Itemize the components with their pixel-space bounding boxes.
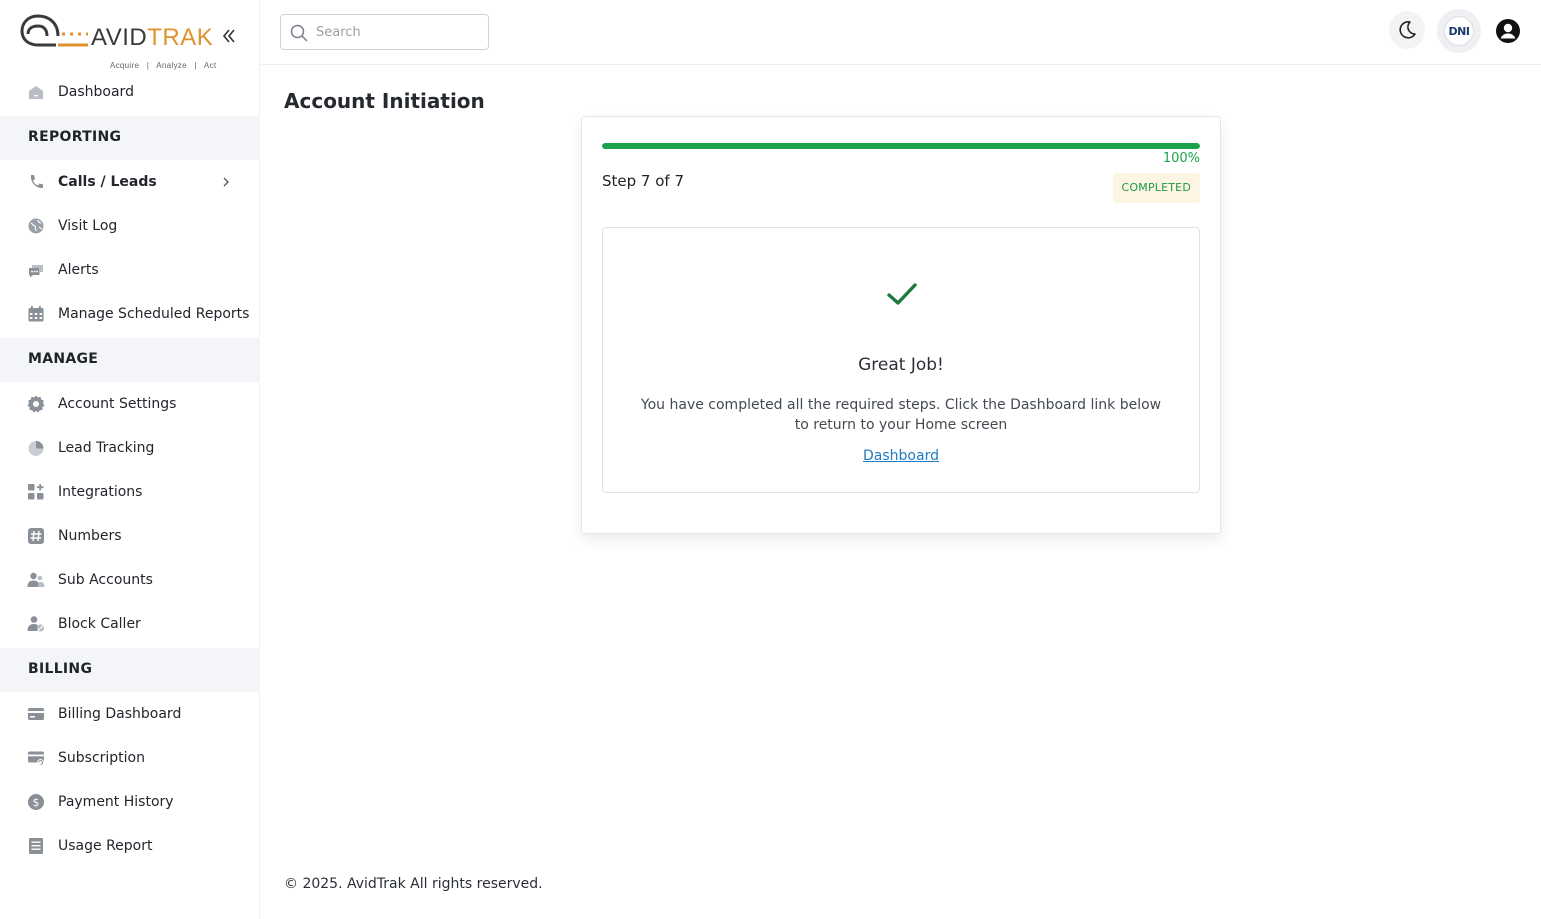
status-badge: COMPLETED [1112,173,1200,203]
sidebar-item-label: Integrations [58,484,143,500]
sidebar-item-label: Manage Scheduled Reports [58,306,250,322]
sidebar-item-label: Calls / Leads [58,174,157,190]
users-icon [27,572,45,587]
progress-percent: 100% [1162,151,1200,166]
progress-bar [602,143,1200,149]
sidebar-item-label: Subscription [58,750,145,766]
phone-icon [30,175,43,189]
sidebar-item-label: Payment History [58,794,174,810]
sidebar-item-sub-accounts[interactable]: Sub Accounts [0,558,260,602]
search-input[interactable] [316,21,476,43]
brand-name-part2: TRAK [147,24,214,51]
sidebar-item-account-settings[interactable]: Account Settings [0,382,260,426]
logo-mark-icon [20,14,88,47]
sidebar-item-integrations[interactable]: Integrations [0,470,260,514]
apps-add-icon [28,484,44,500]
sidebar-item-lead-tracking[interactable]: Lead Tracking [0,426,260,470]
sidebar-item-manage-scheduled-reports[interactable]: Manage Scheduled Reports [0,292,260,336]
credit-card-icon [28,708,44,720]
completion-message: You have completed all the required step… [640,397,1162,433]
footer-copyright: © 2025. AvidTrak All rights reserved. [284,876,543,892]
section-billing: BILLING [0,648,260,692]
card-refresh-icon [28,751,44,766]
brand-name-part1: AVID [91,24,148,51]
dni-button[interactable]: DNI [1437,9,1481,53]
calendar-icon [28,306,44,322]
sidebar-item-label: Dashboard [58,84,134,100]
user-menu-button[interactable] [1490,11,1526,51]
sidebar-item-usage-report[interactable]: Usage Report [0,824,260,868]
sidebar: AVIDTRAK Acquire | Analyze | Act Dashboa… [0,0,260,919]
brand-logo[interactable]: AVIDTRAK Acquire | Analyze | Act [18,12,218,70]
sidebar-item-subscription[interactable]: Subscription [0,736,260,780]
sidebar-item-numbers[interactable]: Numbers [0,514,260,558]
section-reporting: REPORTING [0,116,260,160]
sidebar-item-visit-log[interactable]: Visit Log [0,204,260,248]
svg-text:$: $ [33,796,40,809]
dashboard-link-wrap: Dashboard [603,448,1199,464]
onboarding-card: 100% Step 7 of 7 COMPLETED Great Job! Yo… [581,116,1221,534]
sidebar-item-label: Sub Accounts [58,572,153,588]
dni-badge: DNI [1444,16,1474,46]
pie-icon [28,441,44,456]
section-label: BILLING [28,661,93,677]
sidebar-item-label: Numbers [58,528,122,544]
sidebar-item-label: Usage Report [58,838,153,854]
user-circle-icon [1496,19,1520,43]
sidebar-item-billing-dashboard[interactable]: Billing Dashboard [0,692,260,736]
moon-icon [1399,21,1416,39]
search-box[interactable] [280,14,489,50]
chevron-right-icon [223,177,229,187]
hash-icon [28,528,44,544]
checkmark-icon [887,283,917,305]
section-label: MANAGE [28,351,99,367]
section-label: REPORTING [28,129,122,145]
sidebar-item-label: Billing Dashboard [58,706,182,722]
globe-icon [28,218,44,234]
sidebar-item-label: Lead Tracking [58,440,155,456]
gear-icon [27,395,45,413]
sidebar-item-dashboard[interactable]: Dashboard [0,70,260,114]
sidebar-item-label: Visit Log [58,218,118,234]
sidebar-item-payment-history[interactable]: $ Payment History [0,780,260,824]
top-header: DNI [261,0,1541,65]
progress-fill [602,143,1200,149]
collapse-sidebar-button[interactable] [222,26,242,46]
sidebar-item-label: Alerts [58,262,99,278]
dollar-circle-icon: $ [28,794,44,810]
completion-heading: Great Job! [858,355,944,375]
logo-row: AVIDTRAK Acquire | Analyze | Act [0,0,260,70]
chat-icon [29,265,43,278]
sidebar-item-label: Block Caller [58,616,141,632]
section-manage: MANAGE [0,338,260,382]
user-block-icon [27,616,45,632]
sidebar-item-alerts[interactable]: Alerts [0,248,260,292]
double-chevron-left-icon [222,29,235,43]
home-icon [29,86,43,99]
sidebar-item-label: Account Settings [58,396,177,412]
dashboard-link[interactable]: Dashboard [863,448,939,464]
sidebar-item-block-caller[interactable]: Block Caller [0,602,260,646]
search-icon [290,24,308,42]
page-title: Account Initiation [284,89,485,113]
theme-toggle-button[interactable] [1389,11,1425,49]
brand-tagline: Acquire | Analyze | Act [110,61,217,70]
step-indicator: Step 7 of 7 [602,172,685,190]
sidebar-item-calls-leads[interactable]: Calls / Leads [0,160,260,204]
completion-panel: Great Job! You have completed all the re… [602,227,1200,493]
report-icon [29,838,43,854]
brand-name: AVIDTRAK [91,24,213,52]
